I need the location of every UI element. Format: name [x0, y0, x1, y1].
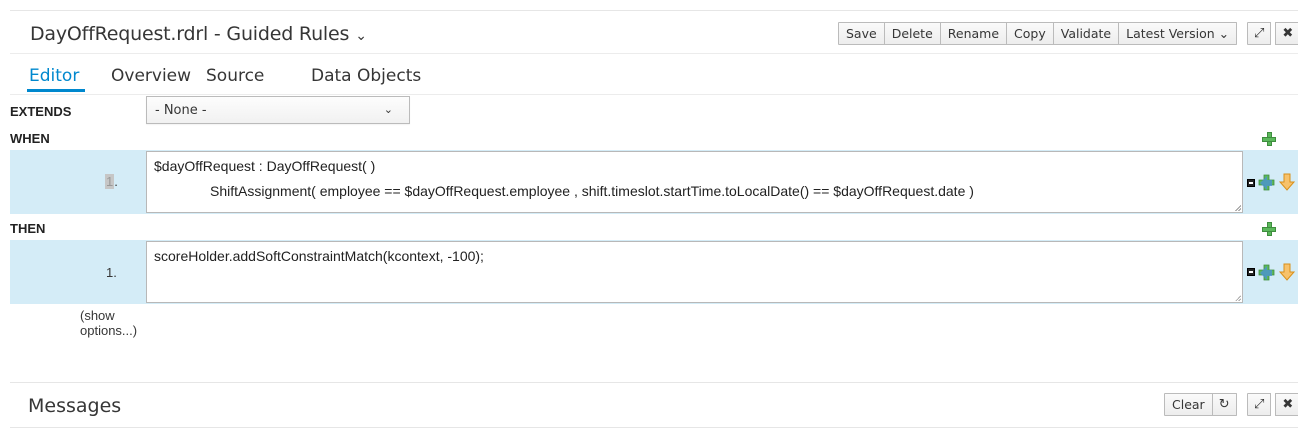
tab-data-objects[interactable]: Data Objects [311, 66, 421, 86]
messages-title: Messages [28, 395, 122, 417]
resize-grip-icon[interactable] [1235, 295, 1241, 301]
then-label: THEN [10, 221, 46, 236]
clear-button[interactable]: Clear [1164, 393, 1213, 416]
then-row-number: 1. [106, 265, 117, 280]
insert-action-plus-icon[interactable] [1258, 264, 1276, 282]
tab-source[interactable]: Source [206, 66, 264, 86]
editor-title-text: DayOffRequest.rdrl - Guided Rules [30, 23, 350, 45]
delete-button[interactable]: Delete [884, 22, 941, 45]
save-button[interactable]: Save [838, 22, 885, 45]
extends-selected-value: - None - [155, 103, 207, 118]
close-icon[interactable]: ✖ [1275, 22, 1298, 45]
maximize-icon[interactable]: ⤢ [1247, 22, 1272, 45]
then-action-textarea[interactable]: scoreHolder.addSoftConstraintMatch(kcont… [146, 241, 1243, 303]
messages-toolbar: Clear ↻ [1164, 393, 1237, 416]
resize-grip-icon[interactable] [1235, 205, 1241, 211]
validate-button[interactable]: Validate [1053, 22, 1120, 45]
when-condition-textarea[interactable]: $dayOffRequest : DayOffRequest( ) ShiftA… [146, 151, 1243, 213]
title-chevron-icon[interactable]: ⌄ [355, 28, 367, 44]
insert-plus-icon[interactable] [1258, 174, 1276, 192]
active-tab-indicator [27, 89, 85, 92]
when-row-number: 1. [105, 174, 118, 189]
add-condition-plus-icon[interactable] [1262, 132, 1276, 146]
show-options-link[interactable]: (show options...) [80, 308, 137, 338]
maximize-icon[interactable]: ⤢ [1247, 393, 1272, 416]
rename-button[interactable]: Rename [940, 22, 1008, 45]
editor-tabs: Editor Overview Source Data Objects [10, 54, 1298, 95]
tab-editor[interactable]: Editor [29, 66, 79, 86]
editor-toolbar: Save Delete Rename Copy Validate Latest … [838, 22, 1238, 45]
editor-title[interactable]: DayOffRequest.rdrl - Guided Rules ⌄ [30, 23, 367, 45]
extends-label: EXTENDS [10, 104, 72, 119]
then-line-1: scoreHolder.addSoftConstraintMatch(kcont… [154, 248, 484, 264]
close-icon[interactable]: ✖ [1275, 393, 1298, 416]
copy-button[interactable]: Copy [1007, 22, 1054, 45]
extends-select[interactable]: - None - ⌄ [146, 96, 410, 124]
when-line-1: $dayOffRequest : DayOffRequest( ) [154, 158, 376, 174]
move-down-arrow-icon[interactable] [1279, 263, 1295, 281]
chevron-down-icon: ⌄ [383, 103, 393, 116]
messages-window-controls: ⤢ ✖ [1247, 393, 1298, 416]
tab-overview[interactable]: Overview [111, 66, 191, 86]
messages-panel-header: Messages [10, 382, 1298, 428]
remove-action-minus-icon[interactable] [1247, 268, 1255, 276]
latest-version-dropdown[interactable]: Latest Version ⌄ [1119, 22, 1238, 45]
show-options-line-2: options...) [80, 323, 138, 338]
add-action-plus-icon[interactable] [1262, 222, 1276, 236]
remove-row-minus-icon[interactable] [1247, 179, 1255, 187]
show-options-line-1: (show [80, 308, 115, 323]
when-line-2: ShiftAssignment( employee == $dayOffRequ… [210, 183, 974, 199]
when-label: WHEN [10, 131, 50, 146]
move-down-arrow-icon[interactable] [1279, 173, 1295, 191]
window-controls: ⤢ ✖ [1247, 22, 1298, 45]
refresh-icon[interactable]: ↻ [1212, 393, 1237, 416]
